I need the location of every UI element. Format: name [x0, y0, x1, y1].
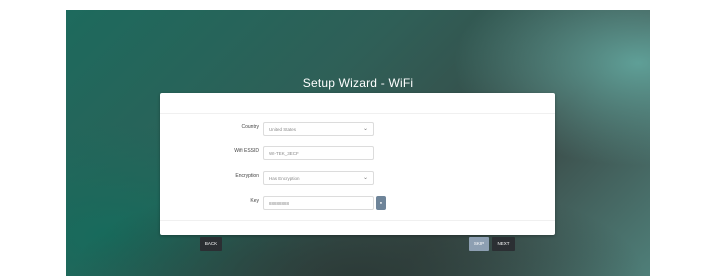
wifi-settings-card: Country United States ⌄ Wifi ESSID WI-TE…	[160, 93, 555, 235]
country-value: United States	[269, 127, 297, 132]
essid-value: WI-TEK_3ECF	[269, 151, 299, 156]
encryption-label: Encryption	[235, 173, 259, 179]
chevron-down-icon: ⌄	[362, 175, 368, 181]
chevron-down-icon: ⌄	[362, 126, 368, 132]
essid-row: Wifi ESSID WI-TEK_3ECF	[160, 146, 555, 160]
show-password-button[interactable]: ●	[376, 196, 386, 210]
encryption-row: Encryption Has Encryption ⌄	[160, 171, 555, 185]
back-button[interactable]: BACK	[200, 237, 222, 251]
skip-button[interactable]: SKIP	[469, 237, 489, 251]
essid-label: Wifi ESSID	[234, 148, 259, 154]
encryption-value: Has Encryption	[269, 176, 300, 181]
country-select[interactable]: United States ⌄	[263, 122, 374, 136]
country-row: Country United States ⌄	[160, 122, 555, 136]
country-label: Country	[241, 124, 259, 130]
wizard-screen: Setup Wizard - WiFi Country United State…	[66, 10, 650, 276]
encryption-select[interactable]: Has Encryption ⌄	[263, 171, 374, 185]
page-title: Setup Wizard - WiFi	[302, 76, 414, 90]
key-value: 88888888	[269, 201, 290, 206]
essid-input[interactable]: WI-TEK_3ECF	[263, 146, 374, 160]
key-label: Key	[250, 198, 259, 204]
form-area: Country United States ⌄ Wifi ESSID WI-TE…	[160, 113, 555, 221]
key-input[interactable]: 88888888	[263, 196, 374, 210]
next-button[interactable]: NEXT	[492, 237, 515, 251]
eye-icon: ●	[379, 200, 383, 205]
key-row: Key 88888888 ●	[160, 196, 555, 210]
